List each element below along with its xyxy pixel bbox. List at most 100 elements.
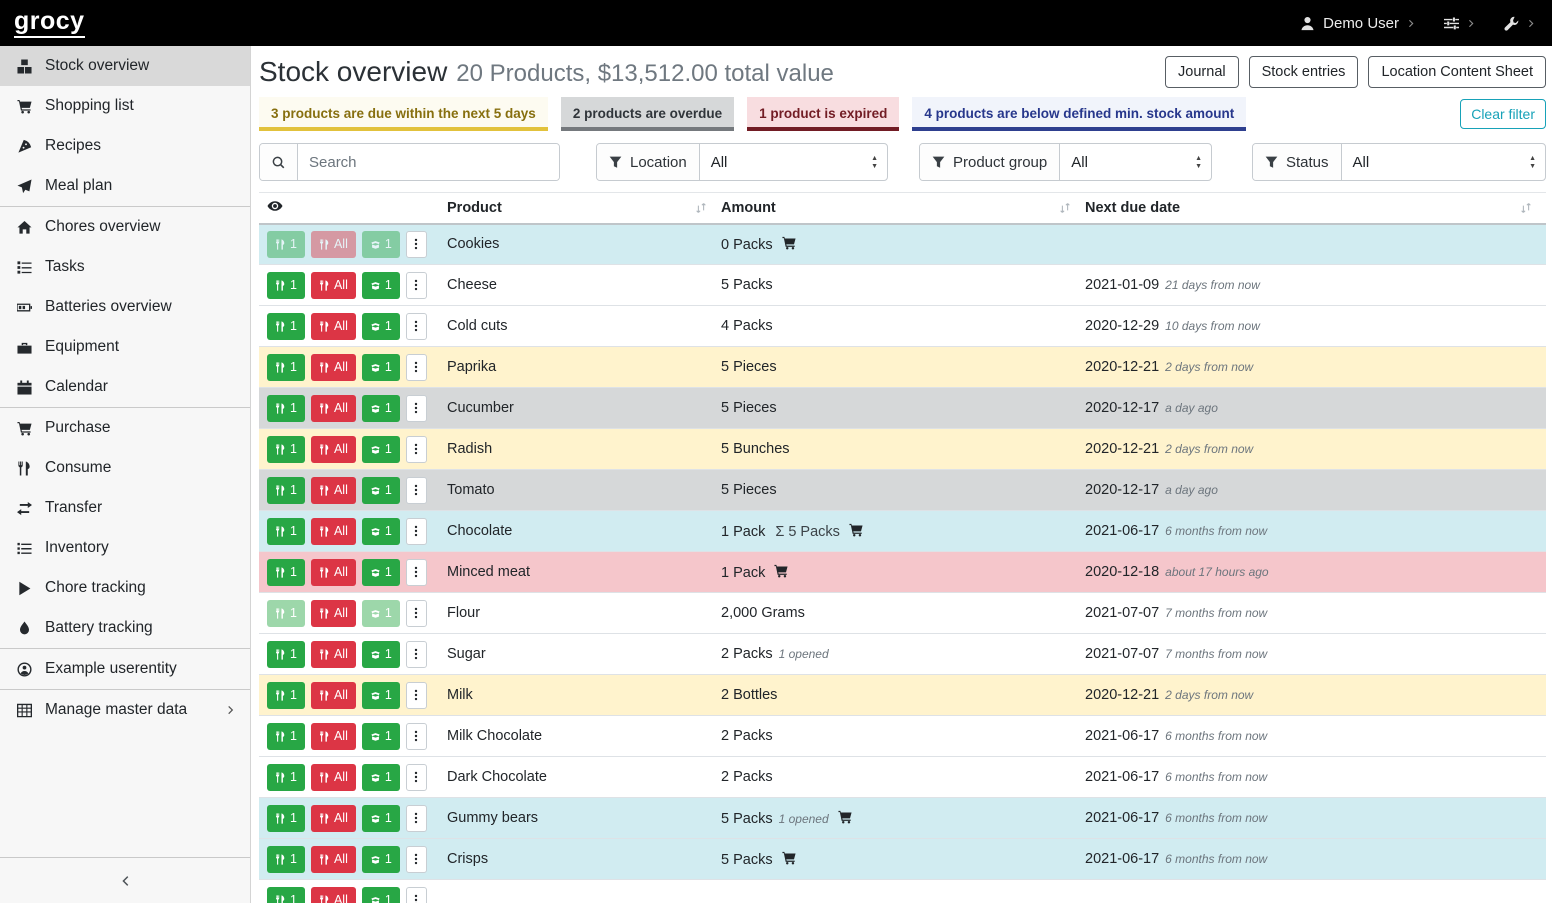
consume-one-button[interactable]: 1 (267, 805, 305, 832)
sidebar-item-purchase[interactable]: Purchase (0, 408, 250, 448)
sidebar-item-manage-master-data[interactable]: Manage master data (0, 690, 250, 730)
consume-one-button[interactable]: 1 (267, 436, 305, 463)
sidebar-item-calendar[interactable]: Calendar (0, 367, 250, 407)
row-menu-button[interactable] (406, 272, 427, 299)
open-one-button[interactable]: 1 (362, 641, 400, 668)
sidebar-item-recipes[interactable]: Recipes (0, 126, 250, 166)
consume-all-button[interactable]: All (311, 723, 356, 750)
stock-entries-button[interactable]: Stock entries (1249, 56, 1359, 88)
row-menu-button[interactable] (406, 354, 427, 381)
open-one-button[interactable]: 1 (362, 272, 400, 299)
product-group-select[interactable]: All (1060, 144, 1211, 180)
row-menu-button[interactable] (406, 600, 427, 627)
settings-menu[interactable] (1444, 16, 1476, 31)
consume-one-button[interactable]: 1 (267, 477, 305, 504)
row-menu-button[interactable] (406, 231, 427, 258)
row-menu-button[interactable] (406, 805, 427, 832)
status-banner-below-min-stock[interactable]: 4 products are below defined min. stock … (912, 97, 1246, 131)
open-one-button[interactable]: 1 (362, 518, 400, 545)
consume-one-button[interactable]: 1 (267, 272, 305, 299)
consume-one-button[interactable]: 1 (267, 600, 305, 627)
consume-all-button[interactable]: All (311, 682, 356, 709)
row-menu-button[interactable] (406, 887, 427, 903)
open-one-button[interactable]: 1 (362, 682, 400, 709)
consume-one-button[interactable]: 1 (267, 559, 305, 586)
open-one-button[interactable]: 1 (362, 805, 400, 832)
row-menu-button[interactable] (406, 313, 427, 340)
status-banner-expired[interactable]: 1 product is expired (747, 97, 899, 131)
status-banner-due-soon[interactable]: 3 products are due within the next 5 day… (259, 97, 548, 131)
cart-icon[interactable] (838, 810, 852, 824)
consume-one-button[interactable]: 1 (267, 395, 305, 422)
open-one-button[interactable]: 1 (362, 559, 400, 586)
sidebar-item-batteries-overview[interactable]: Batteries overview (0, 287, 250, 327)
sidebar-item-meal-plan[interactable]: Meal plan (0, 166, 250, 206)
cart-icon[interactable] (774, 564, 788, 578)
sidebar-item-stock-overview[interactable]: Stock overview (0, 46, 250, 86)
open-one-button[interactable]: 1 (362, 395, 400, 422)
row-menu-button[interactable] (406, 518, 427, 545)
column-header-product[interactable]: Product (447, 193, 721, 224)
search-input[interactable] (298, 144, 559, 180)
consume-all-button[interactable]: All (311, 272, 356, 299)
consume-one-button[interactable]: 1 (267, 723, 305, 750)
row-menu-button[interactable] (406, 764, 427, 791)
sidebar-item-chores-overview[interactable]: Chores overview (0, 207, 250, 247)
row-menu-button[interactable] (406, 436, 427, 463)
consume-one-button[interactable]: 1 (267, 313, 305, 340)
cart-icon[interactable] (782, 851, 796, 865)
open-one-button[interactable]: 1 (362, 477, 400, 504)
consume-one-button[interactable]: 1 (267, 641, 305, 668)
sidebar-item-shopping-list[interactable]: Shopping list (0, 86, 250, 126)
status-banner-overdue[interactable]: 2 products are overdue (561, 97, 734, 131)
sidebar-item-example-userentity[interactable]: Example userentity (0, 649, 250, 689)
consume-all-button[interactable]: All (311, 559, 356, 586)
status-select[interactable]: All (1342, 144, 1545, 180)
sidebar-item-consume[interactable]: Consume (0, 448, 250, 488)
column-visibility-toggle[interactable] (259, 193, 447, 224)
column-header-amount[interactable]: Amount (721, 193, 1085, 224)
open-one-button[interactable]: 1 (362, 436, 400, 463)
consume-all-button[interactable]: All (311, 518, 356, 545)
journal-button[interactable]: Journal (1165, 56, 1239, 88)
open-one-button[interactable]: 1 (362, 313, 400, 340)
consume-all-button[interactable]: All (311, 313, 356, 340)
cart-icon[interactable] (849, 523, 863, 537)
open-one-button[interactable]: 1 (362, 600, 400, 627)
consume-all-button[interactable]: All (311, 805, 356, 832)
open-one-button[interactable]: 1 (362, 723, 400, 750)
sidebar-item-chore-tracking[interactable]: Chore tracking (0, 568, 250, 608)
open-one-button[interactable]: 1 (362, 231, 400, 258)
grocy-logo[interactable]: grocy (14, 9, 85, 38)
row-menu-button[interactable] (406, 846, 427, 873)
row-menu-button[interactable] (406, 559, 427, 586)
consume-one-button[interactable]: 1 (267, 887, 305, 903)
open-one-button[interactable]: 1 (362, 764, 400, 791)
sidebar-item-inventory[interactable]: Inventory (0, 528, 250, 568)
row-menu-button[interactable] (406, 477, 427, 504)
consume-one-button[interactable]: 1 (267, 354, 305, 381)
row-menu-button[interactable] (406, 682, 427, 709)
sidebar-item-tasks[interactable]: Tasks (0, 247, 250, 287)
sidebar-item-equipment[interactable]: Equipment (0, 327, 250, 367)
open-one-button[interactable]: 1 (362, 354, 400, 381)
row-menu-button[interactable] (406, 395, 427, 422)
consume-one-button[interactable]: 1 (267, 682, 305, 709)
consume-all-button[interactable]: All (311, 436, 356, 463)
open-one-button[interactable]: 1 (362, 846, 400, 873)
consume-all-button[interactable]: All (311, 354, 356, 381)
consume-all-button[interactable]: All (311, 395, 356, 422)
consume-one-button[interactable]: 1 (267, 518, 305, 545)
user-menu[interactable]: Demo User (1300, 15, 1416, 32)
consume-one-button[interactable]: 1 (267, 231, 305, 258)
consume-all-button[interactable]: All (311, 887, 356, 903)
consume-all-button[interactable]: All (311, 846, 356, 873)
consume-all-button[interactable]: All (311, 764, 356, 791)
open-one-button[interactable]: 1 (362, 887, 400, 903)
consume-all-button[interactable]: All (311, 231, 356, 258)
sidebar-item-battery-tracking[interactable]: Battery tracking (0, 608, 250, 648)
consume-all-button[interactable]: All (311, 600, 356, 627)
sidebar-item-transfer[interactable]: Transfer (0, 488, 250, 528)
consume-all-button[interactable]: All (311, 641, 356, 668)
row-menu-button[interactable] (406, 641, 427, 668)
